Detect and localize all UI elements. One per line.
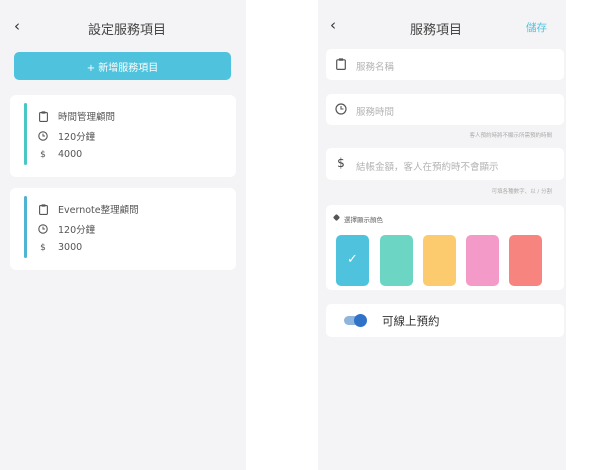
price-input[interactable]: $ 結帳金額，客人在預約時不會顯示 xyxy=(326,148,564,180)
save-button[interactable]: 儲存 xyxy=(526,20,547,35)
service-duration-row: 120分鐘 xyxy=(36,129,95,143)
service-edit-screen: ‹ 服務項目 儲存 服務名稱 服務時間 客人預約時將不顯示所需預約時間 $ 結帳… xyxy=(318,0,566,470)
color-label: 選擇顯示顏色 xyxy=(344,216,383,224)
service-card[interactable]: Evernote整理顧問 120分鐘 $ 3000 xyxy=(10,188,236,270)
dollar-icon: $ xyxy=(337,156,345,170)
dollar-icon: $ xyxy=(40,242,46,253)
toggle-knob[interactable] xyxy=(354,314,367,327)
color-swatch[interactable] xyxy=(466,235,499,286)
service-price-row: $ 4000 xyxy=(36,149,82,160)
color-swatch[interactable] xyxy=(380,235,413,286)
dollar-icon: $ xyxy=(40,149,46,160)
clipboard-icon xyxy=(36,203,50,215)
service-name: 時間管理顧問 xyxy=(58,112,116,123)
clipboard-icon xyxy=(334,58,348,70)
accent-bar xyxy=(24,196,27,258)
online-booking-toggle[interactable] xyxy=(344,314,367,327)
service-name-input[interactable]: 服務名稱 xyxy=(326,49,564,80)
color-swatch[interactable] xyxy=(423,235,456,286)
page-title: 設定服務項目 xyxy=(88,23,167,38)
service-name: Evernote整理顧問 xyxy=(58,205,139,216)
service-time-placeholder: 服務時間 xyxy=(356,107,395,118)
online-booking-row: 可線上預約 xyxy=(326,304,564,337)
clock-icon xyxy=(36,131,50,141)
service-list-screen: ‹ 設定服務項目 + 新增服務項目 時間管理顧問 120分鐘 $ 4000 Ev xyxy=(0,0,246,470)
back-icon[interactable]: ‹ xyxy=(14,17,20,35)
service-duration: 120分鐘 xyxy=(58,132,96,143)
back-icon[interactable]: ‹ xyxy=(330,16,336,34)
clock-icon xyxy=(36,224,50,234)
page-title: 服務項目 xyxy=(410,23,463,38)
accent-bar xyxy=(24,103,27,165)
service-time-input[interactable]: 服務時間 xyxy=(326,94,564,125)
service-name-row: 時間管理顧問 xyxy=(36,109,115,123)
color-picker: 選擇顯示顏色 ✓ xyxy=(326,205,564,290)
time-hint: 客人預約時將不顯示所需預約時間 xyxy=(469,133,552,139)
color-swatch[interactable]: ✓ xyxy=(336,235,369,286)
service-duration-row: 120分鐘 xyxy=(36,222,95,236)
service-price-row: $ 3000 xyxy=(36,242,82,253)
add-service-button[interactable]: + 新增服務項目 xyxy=(14,52,231,80)
service-price: 3000 xyxy=(58,242,83,253)
service-duration: 120分鐘 xyxy=(58,225,96,236)
check-icon: ✓ xyxy=(347,252,358,267)
price-hint: 可填各種數字、以 / 分割 xyxy=(491,189,552,195)
tag-icon xyxy=(332,213,341,222)
color-swatch[interactable] xyxy=(509,235,542,286)
service-name-row: Evernote整理顧問 xyxy=(36,202,139,216)
clock-icon xyxy=(334,103,348,115)
price-placeholder: 結帳金額，客人在預約時不會顯示 xyxy=(356,162,499,173)
service-price: 4000 xyxy=(58,149,83,160)
online-booking-label: 可線上預約 xyxy=(382,314,440,328)
clipboard-icon xyxy=(36,110,50,122)
service-card[interactable]: 時間管理顧問 120分鐘 $ 4000 xyxy=(10,95,236,177)
service-name-placeholder: 服務名稱 xyxy=(356,62,395,73)
